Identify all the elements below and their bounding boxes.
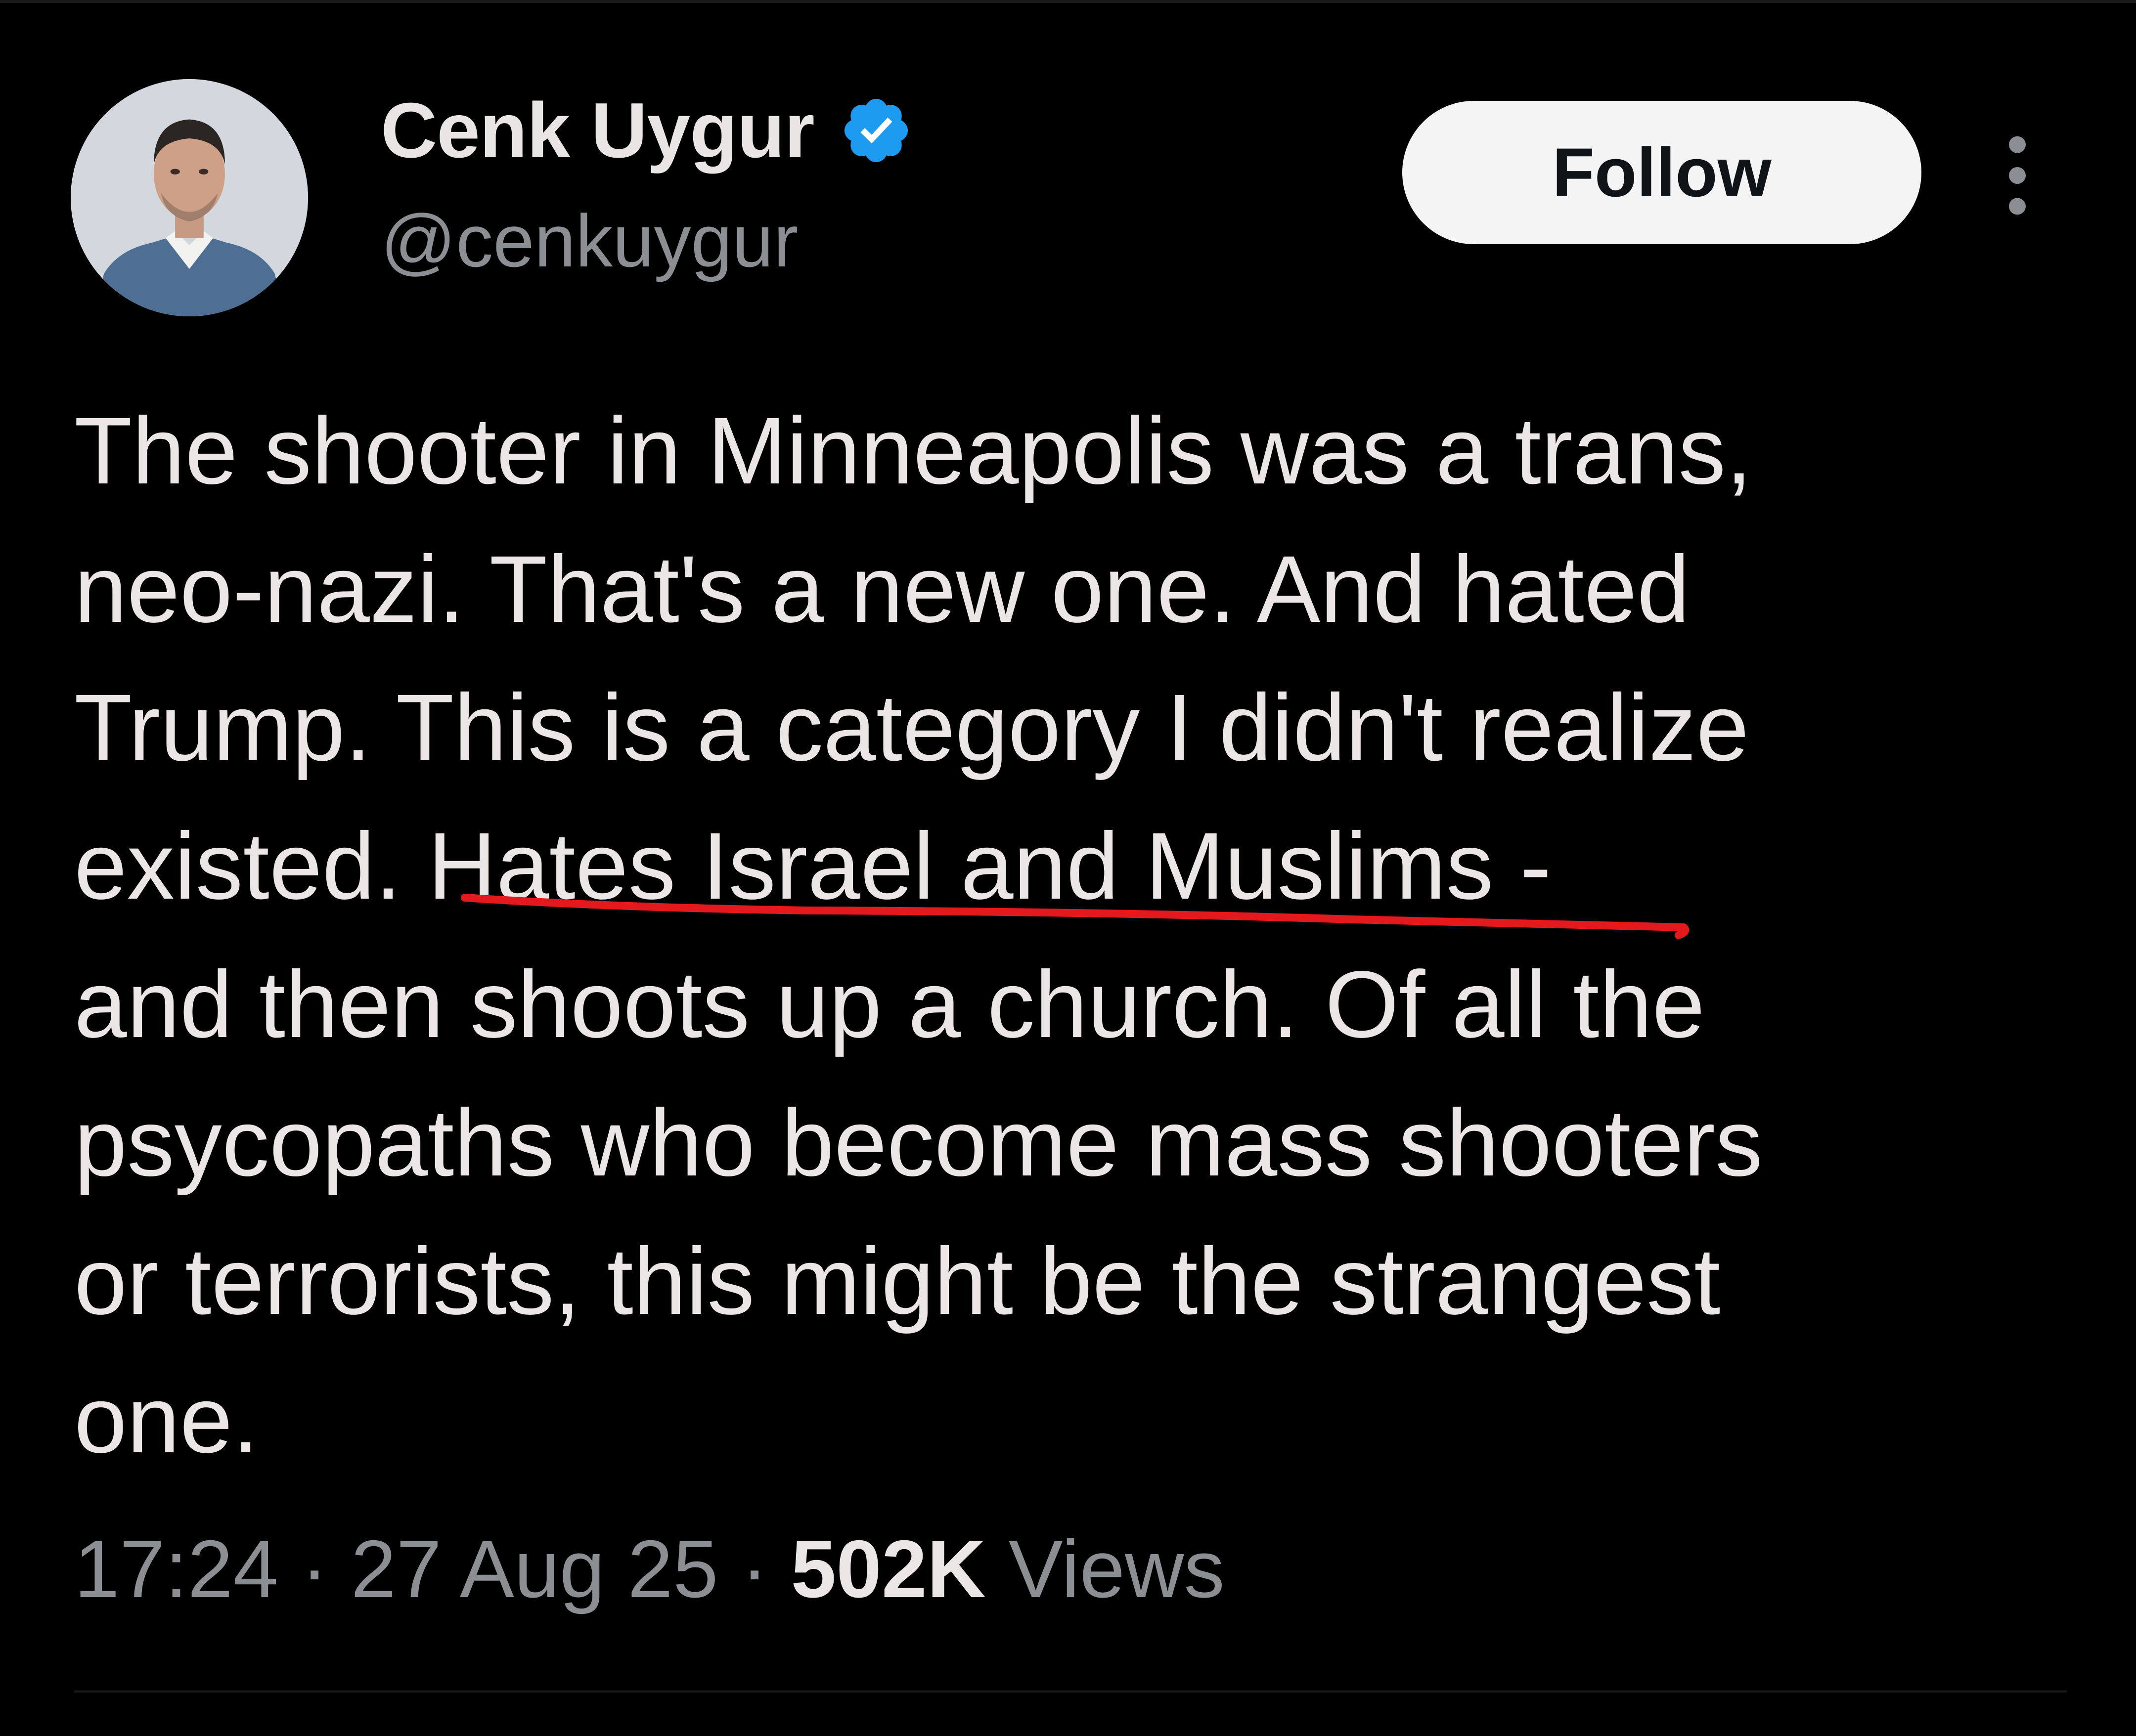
tweet-line: neo-nazi. That's a new one. And hated bbox=[74, 536, 1690, 642]
top-border bbox=[0, 0, 2136, 3]
divider bbox=[74, 1691, 2067, 1693]
views-label: Views bbox=[985, 1523, 1225, 1614]
tweet-line: Trump. This is a category I didn't reali… bbox=[74, 674, 1749, 781]
tweet-line: and then shoots up a church. Of all the bbox=[74, 951, 1705, 1057]
tweet-line: psycopaths who become mass shooters bbox=[74, 1089, 1763, 1196]
red-underline-annotation bbox=[461, 889, 1690, 943]
author-display-name[interactable]: Cenk Uygur bbox=[381, 91, 815, 170]
tweet-date[interactable]: 27 Aug 25 bbox=[351, 1523, 718, 1614]
verified-badge-icon[interactable] bbox=[839, 93, 913, 168]
tweet-line: The shooter in Minneapolis was a trans, bbox=[74, 397, 1752, 504]
tweet-line: or terrorists, this might be the strange… bbox=[74, 1228, 1721, 1334]
tweet-line: one. bbox=[74, 1366, 259, 1473]
views-count: 502K bbox=[791, 1523, 986, 1614]
meta-separator: · bbox=[718, 1523, 791, 1614]
author-handle[interactable]: @cenkuygur bbox=[381, 204, 798, 278]
avatar-portrait bbox=[71, 79, 308, 316]
follow-button[interactable]: Follow bbox=[1402, 101, 1921, 244]
meta-separator: · bbox=[278, 1523, 351, 1614]
avatar[interactable] bbox=[71, 79, 308, 316]
tweet-meta: 17:24 · 27 Aug 25 · 502K Views bbox=[74, 1528, 1225, 1610]
author-name-row: Cenk Uygur bbox=[381, 91, 913, 170]
more-vertical-icon[interactable] bbox=[1995, 133, 2040, 217]
tweet-time[interactable]: 17:24 bbox=[74, 1523, 278, 1614]
